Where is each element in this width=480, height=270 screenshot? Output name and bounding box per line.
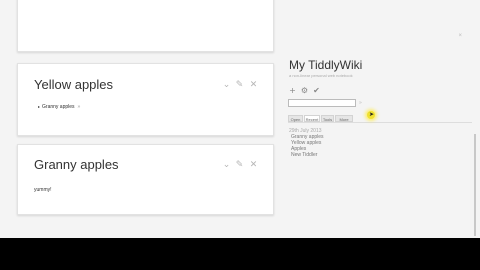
list-item-granny-apples[interactable]: ▸ Granny apples»	[38, 104, 80, 110]
site-title: My TiddlyWiki	[289, 58, 363, 72]
tiddler-title: Yellow apples	[34, 77, 114, 92]
tiddler-partial	[17, 0, 274, 52]
tiddler-yellow-apples: Yellow apples ⌄ ✎ ✕ ▸ Granny apples»	[17, 63, 274, 136]
tiddler-controls: ⌄ ✎ ✕	[221, 79, 259, 91]
sidebar: × My TiddlyWiki a non-linear personal we…	[282, 0, 480, 238]
tab-open[interactable]: Open	[288, 115, 303, 122]
tab-tools[interactable]: Tools	[321, 115, 334, 122]
story-river: Yellow apples ⌄ ✎ ✕ ▸ Granny apples» Gran…	[0, 0, 282, 238]
control-panel-icon[interactable]: ⚙	[300, 86, 309, 95]
tiddler-controls: ⌄ ✎ ✕	[221, 159, 259, 171]
edit-icon[interactable]: ✎	[234, 159, 245, 171]
page-controls: + ⚙ ✔	[288, 86, 328, 96]
mouse-pointer-icon: ➤	[369, 111, 375, 118]
tiddler-title: Granny apples	[34, 157, 119, 172]
new-tiddler-icon[interactable]: +	[288, 86, 297, 95]
tab-more[interactable]: More	[335, 115, 353, 122]
link-marker: »	[77, 104, 81, 110]
scrollbar-thumb[interactable]	[474, 134, 476, 236]
recent-list: 29th July 2013 Granny apples Yellow appl…	[289, 128, 409, 158]
search-button[interactable]: »	[359, 100, 362, 106]
site-subtitle: a non-linear personal web notebook	[289, 73, 353, 78]
save-icon[interactable]: ✔	[312, 86, 321, 95]
close-icon[interactable]: ✕	[248, 79, 259, 91]
collapse-icon[interactable]: ⌄	[221, 79, 232, 91]
search-input[interactable]	[288, 99, 356, 107]
tiddler-granny-apples: Granny apples ⌄ ✎ ✕ yummy!	[17, 144, 274, 215]
list-item-label: Granny apples	[42, 104, 75, 110]
tab-recent[interactable]: Recent	[304, 115, 320, 122]
tiddler-body: yummy!	[34, 187, 52, 193]
tiddlywiki-screen: Yellow apples ⌄ ✎ ✕ ▸ Granny apples» Gran…	[0, 0, 480, 238]
collapse-icon[interactable]: ⌄	[221, 159, 232, 171]
edit-icon[interactable]: ✎	[234, 79, 245, 91]
close-icon[interactable]: ✕	[248, 159, 259, 171]
recent-item[interactable]: New Tiddler	[289, 152, 409, 158]
sidebar-close-icon[interactable]: ×	[458, 33, 462, 39]
tab-divider	[288, 122, 474, 123]
bullet-icon: ▸	[38, 104, 41, 109]
